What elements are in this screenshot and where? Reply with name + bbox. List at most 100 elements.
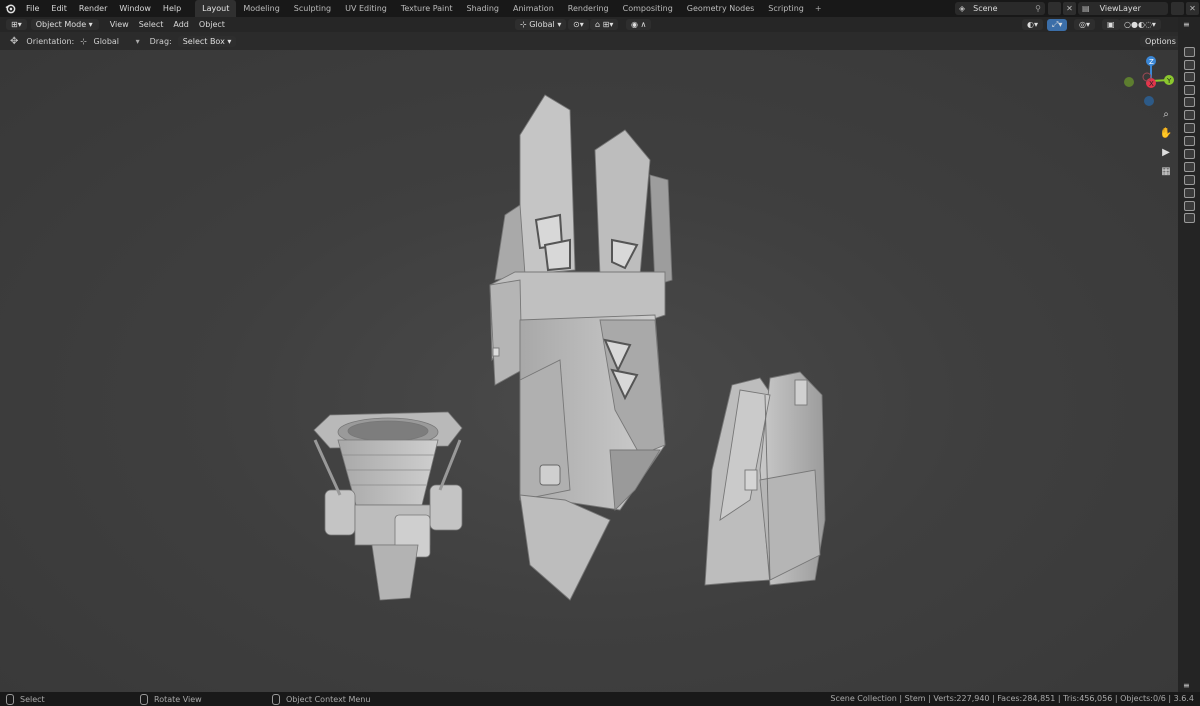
mouse-right-icon	[272, 694, 280, 705]
workspace-tabs: Layout Modeling Sculpting UV Editing Tex…	[195, 0, 825, 17]
outliner-menu-icon[interactable]: ≡	[1183, 20, 1190, 29]
status-bar: Select Rotate View Object Context Menu S…	[0, 692, 1200, 706]
engine-model[interactable]	[313, 411, 463, 601]
mode-selector[interactable]: Object Mode ▾	[30, 19, 99, 30]
render-toggle-icon[interactable]	[1184, 72, 1195, 82]
central-crystal-model[interactable]	[489, 94, 673, 601]
render-toggle-icon[interactable]	[1184, 97, 1195, 107]
orientation-selector[interactable]: ⊹ Global ▾	[80, 37, 139, 46]
render-toggle-icon[interactable]	[1184, 162, 1195, 172]
menu-edit[interactable]: Edit	[45, 4, 73, 13]
mode-label: Object Mode	[35, 20, 87, 29]
render-toggle-icon[interactable]	[1184, 85, 1195, 95]
mouse-left-icon	[6, 694, 14, 705]
drag-value: Select Box	[182, 36, 225, 46]
menu-help[interactable]: Help	[157, 4, 187, 13]
zoom-icon[interactable]: ⌕	[1158, 106, 1174, 122]
scene-selector[interactable]: ◈ Scene ⚲	[955, 2, 1045, 15]
tab-texture-paint[interactable]: Texture Paint	[394, 0, 460, 17]
snap-icon[interactable]: ⌂ ⊞▾	[590, 19, 619, 30]
render-toggle-icon[interactable]	[1184, 201, 1195, 211]
scene-name: Scene	[973, 4, 998, 13]
drag-selector[interactable]: Select Box ▾	[177, 35, 237, 47]
status-select-label: Select	[20, 695, 45, 704]
status-rotate-label: Rotate View	[154, 695, 202, 704]
render-toggle-icon[interactable]	[1184, 110, 1195, 120]
visibility-icon[interactable]: ◐▾	[1022, 19, 1043, 30]
menu-object[interactable]: Object	[194, 20, 230, 29]
transform-orientation-label: Global	[529, 20, 555, 29]
status-rotate: Rotate View	[140, 694, 202, 705]
menu-render[interactable]: Render	[73, 4, 113, 13]
3d-viewport[interactable]: Z Y X ⌕ ✋ ▶ ▦	[0, 50, 1178, 692]
new-view-layer-icon[interactable]	[1171, 2, 1184, 15]
new-scene-icon[interactable]	[1048, 2, 1061, 15]
menu-file[interactable]: File	[20, 4, 45, 13]
overlay-icon[interactable]: ◎▾	[1074, 19, 1095, 30]
scene-stats-label: Scene Collection | Stem | Verts:227,940 …	[830, 694, 1194, 703]
x-axis-label: X	[1149, 80, 1154, 88]
gizmo-toggle-icon[interactable]: ⤢▾	[1047, 18, 1068, 31]
editor-type-icon[interactable]: ⊞▾	[6, 19, 27, 30]
status-context-label: Object Context Menu	[286, 695, 371, 704]
perspective-grid-icon[interactable]: ▦	[1158, 163, 1174, 179]
move-icon[interactable]: ✥	[10, 36, 18, 47]
z-axis-label: Z	[1149, 58, 1154, 66]
tab-shading[interactable]: Shading	[459, 0, 506, 17]
tab-compositing[interactable]: Compositing	[616, 0, 680, 17]
transform-orientation-selector[interactable]: ⊹ Global ▾	[515, 19, 567, 30]
status-select: Select	[6, 694, 45, 705]
xray-icon[interactable]: ▣	[1102, 19, 1120, 30]
viewport-header: ⊞▾ Object Mode ▾ View Select Add Object …	[0, 17, 1200, 32]
add-workspace-icon[interactable]: +	[811, 4, 826, 13]
tab-scripting[interactable]: Scripting	[761, 0, 811, 17]
shading-modes[interactable]: ○●◐◌▾	[1119, 19, 1161, 30]
y-axis-label: Y	[1166, 77, 1172, 85]
properties-menu-icon[interactable]: ≡	[1183, 681, 1190, 690]
top-bar: File Edit Render Window Help Layout Mode…	[0, 0, 1200, 17]
proportional-edit-icon[interactable]: ◉ ∧	[626, 19, 652, 30]
render-toggle-icon[interactable]	[1184, 123, 1195, 133]
right-crystal-model[interactable]	[704, 371, 826, 586]
pin-icon[interactable]: ⚲	[1035, 4, 1041, 13]
mouse-middle-icon	[140, 694, 148, 705]
camera-view-icon[interactable]: ▶	[1158, 144, 1174, 160]
options-label: Options	[1145, 36, 1176, 46]
menu-window[interactable]: Window	[113, 4, 157, 13]
render-toggle-icon[interactable]	[1184, 60, 1195, 70]
tab-modeling[interactable]: Modeling	[236, 0, 286, 17]
tab-layout[interactable]: Layout	[195, 0, 237, 17]
orientation-value: Global	[93, 36, 120, 46]
render-toggle-icon[interactable]	[1184, 175, 1195, 185]
render-toggle-icon[interactable]	[1184, 149, 1195, 159]
neg-x-axis-icon[interactable]	[1142, 72, 1152, 82]
delete-view-layer-icon[interactable]: ✕	[1186, 2, 1199, 15]
navigation-gizmo[interactable]: Z Y X	[1115, 52, 1175, 112]
scene-statistics: Scene Collection | Stem | Verts:227,940 …	[830, 694, 1194, 703]
orientation-icon: ⊹	[80, 36, 87, 46]
tab-sculpting[interactable]: Sculpting	[287, 0, 338, 17]
pan-hand-icon[interactable]: ✋	[1158, 125, 1174, 141]
view-layer-selector[interactable]: ▤ ViewLayer	[1078, 2, 1168, 15]
render-toggle-icon[interactable]	[1184, 213, 1195, 223]
delete-scene-icon[interactable]: ✕	[1063, 2, 1076, 15]
tab-uv-editing[interactable]: UV Editing	[338, 0, 394, 17]
render-toggle-icon[interactable]	[1184, 47, 1195, 57]
menu-select[interactable]: Select	[134, 20, 169, 29]
outliner-strip: ≡ ≡	[1178, 17, 1200, 692]
tab-rendering[interactable]: Rendering	[561, 0, 616, 17]
blender-logo-icon[interactable]	[5, 3, 16, 14]
render-toggle-icon[interactable]	[1184, 136, 1195, 146]
status-context: Object Context Menu	[272, 694, 370, 705]
scene-icon: ◈	[959, 4, 966, 13]
menu-view[interactable]: View	[105, 20, 134, 29]
pivot-point-icon[interactable]: ⊙▾	[568, 19, 589, 30]
neg-z-axis-icon[interactable]	[1144, 96, 1154, 106]
menu-add[interactable]: Add	[168, 20, 194, 29]
tab-animation[interactable]: Animation	[506, 0, 561, 17]
tab-geometry-nodes[interactable]: Geometry Nodes	[680, 0, 761, 17]
render-toggle-icon[interactable]	[1184, 188, 1195, 198]
neg-y-axis-icon[interactable]	[1124, 77, 1134, 87]
view-layer-icon: ▤	[1082, 4, 1090, 13]
drag-label: Drag:	[149, 36, 172, 46]
